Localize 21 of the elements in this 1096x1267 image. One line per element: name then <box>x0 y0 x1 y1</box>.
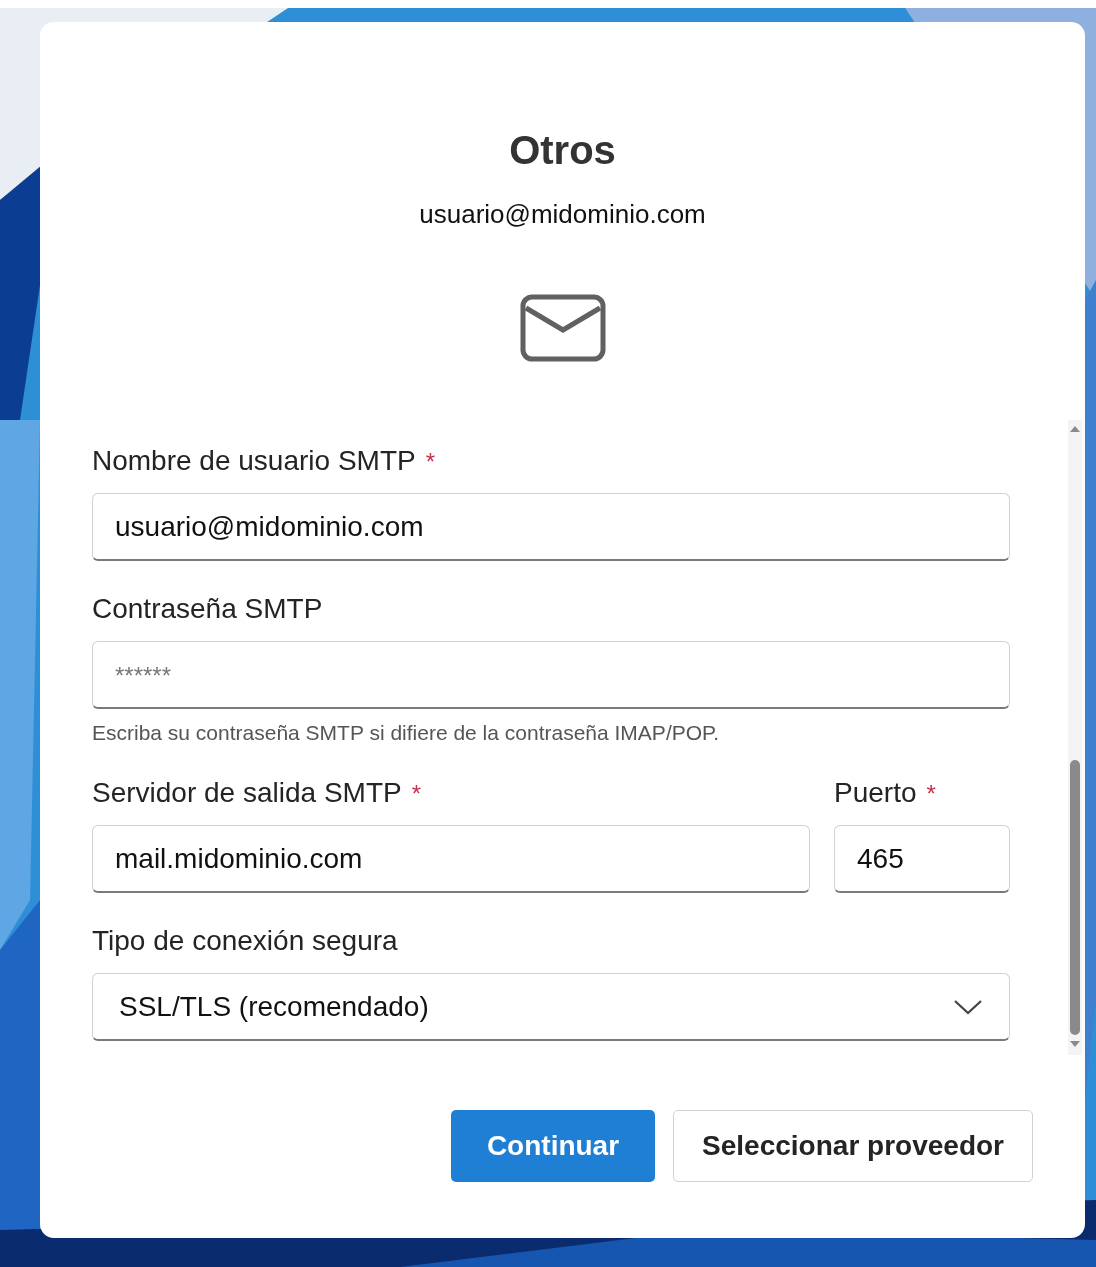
field-label: Servidor de salida SMTP <box>92 777 402 809</box>
dialog-title: Otros <box>509 127 616 174</box>
required-marker: * <box>926 780 936 808</box>
field-hint: Escriba su contraseña SMTP si difiere de la contraseña IMAP/POP. <box>92 721 721 745</box>
scrollbar[interactable] <box>1068 420 1082 1055</box>
required-marker: * <box>425 448 436 476</box>
input-field[interactable]: 465 <box>834 825 1010 893</box>
field-label: Puerto <box>834 777 917 809</box>
envelope-icon <box>519 294 606 362</box>
field-label: Contraseña SMTP <box>92 593 323 625</box>
field-label: Tipo de conexión segura <box>92 925 398 957</box>
select-provider-button[interactable]: Seleccionar proveedor <box>673 1110 1033 1182</box>
continue-button[interactable]: Continuar <box>450 1110 656 1182</box>
required-marker: * <box>411 780 422 808</box>
input-field[interactable]: mail.midominio.com <box>92 825 810 893</box>
password-field[interactable]: ****** <box>92 641 1010 709</box>
input-field[interactable]: usuario@midominio.com <box>92 493 1010 561</box>
dropdown[interactable]: SSL/TLS (recomendado) <box>92 973 1010 1041</box>
field-label: Nombre de usuario SMTP <box>92 445 416 477</box>
chevron-icon <box>953 998 983 1015</box>
account-email: usuario@midominio.com <box>419 198 706 231</box>
